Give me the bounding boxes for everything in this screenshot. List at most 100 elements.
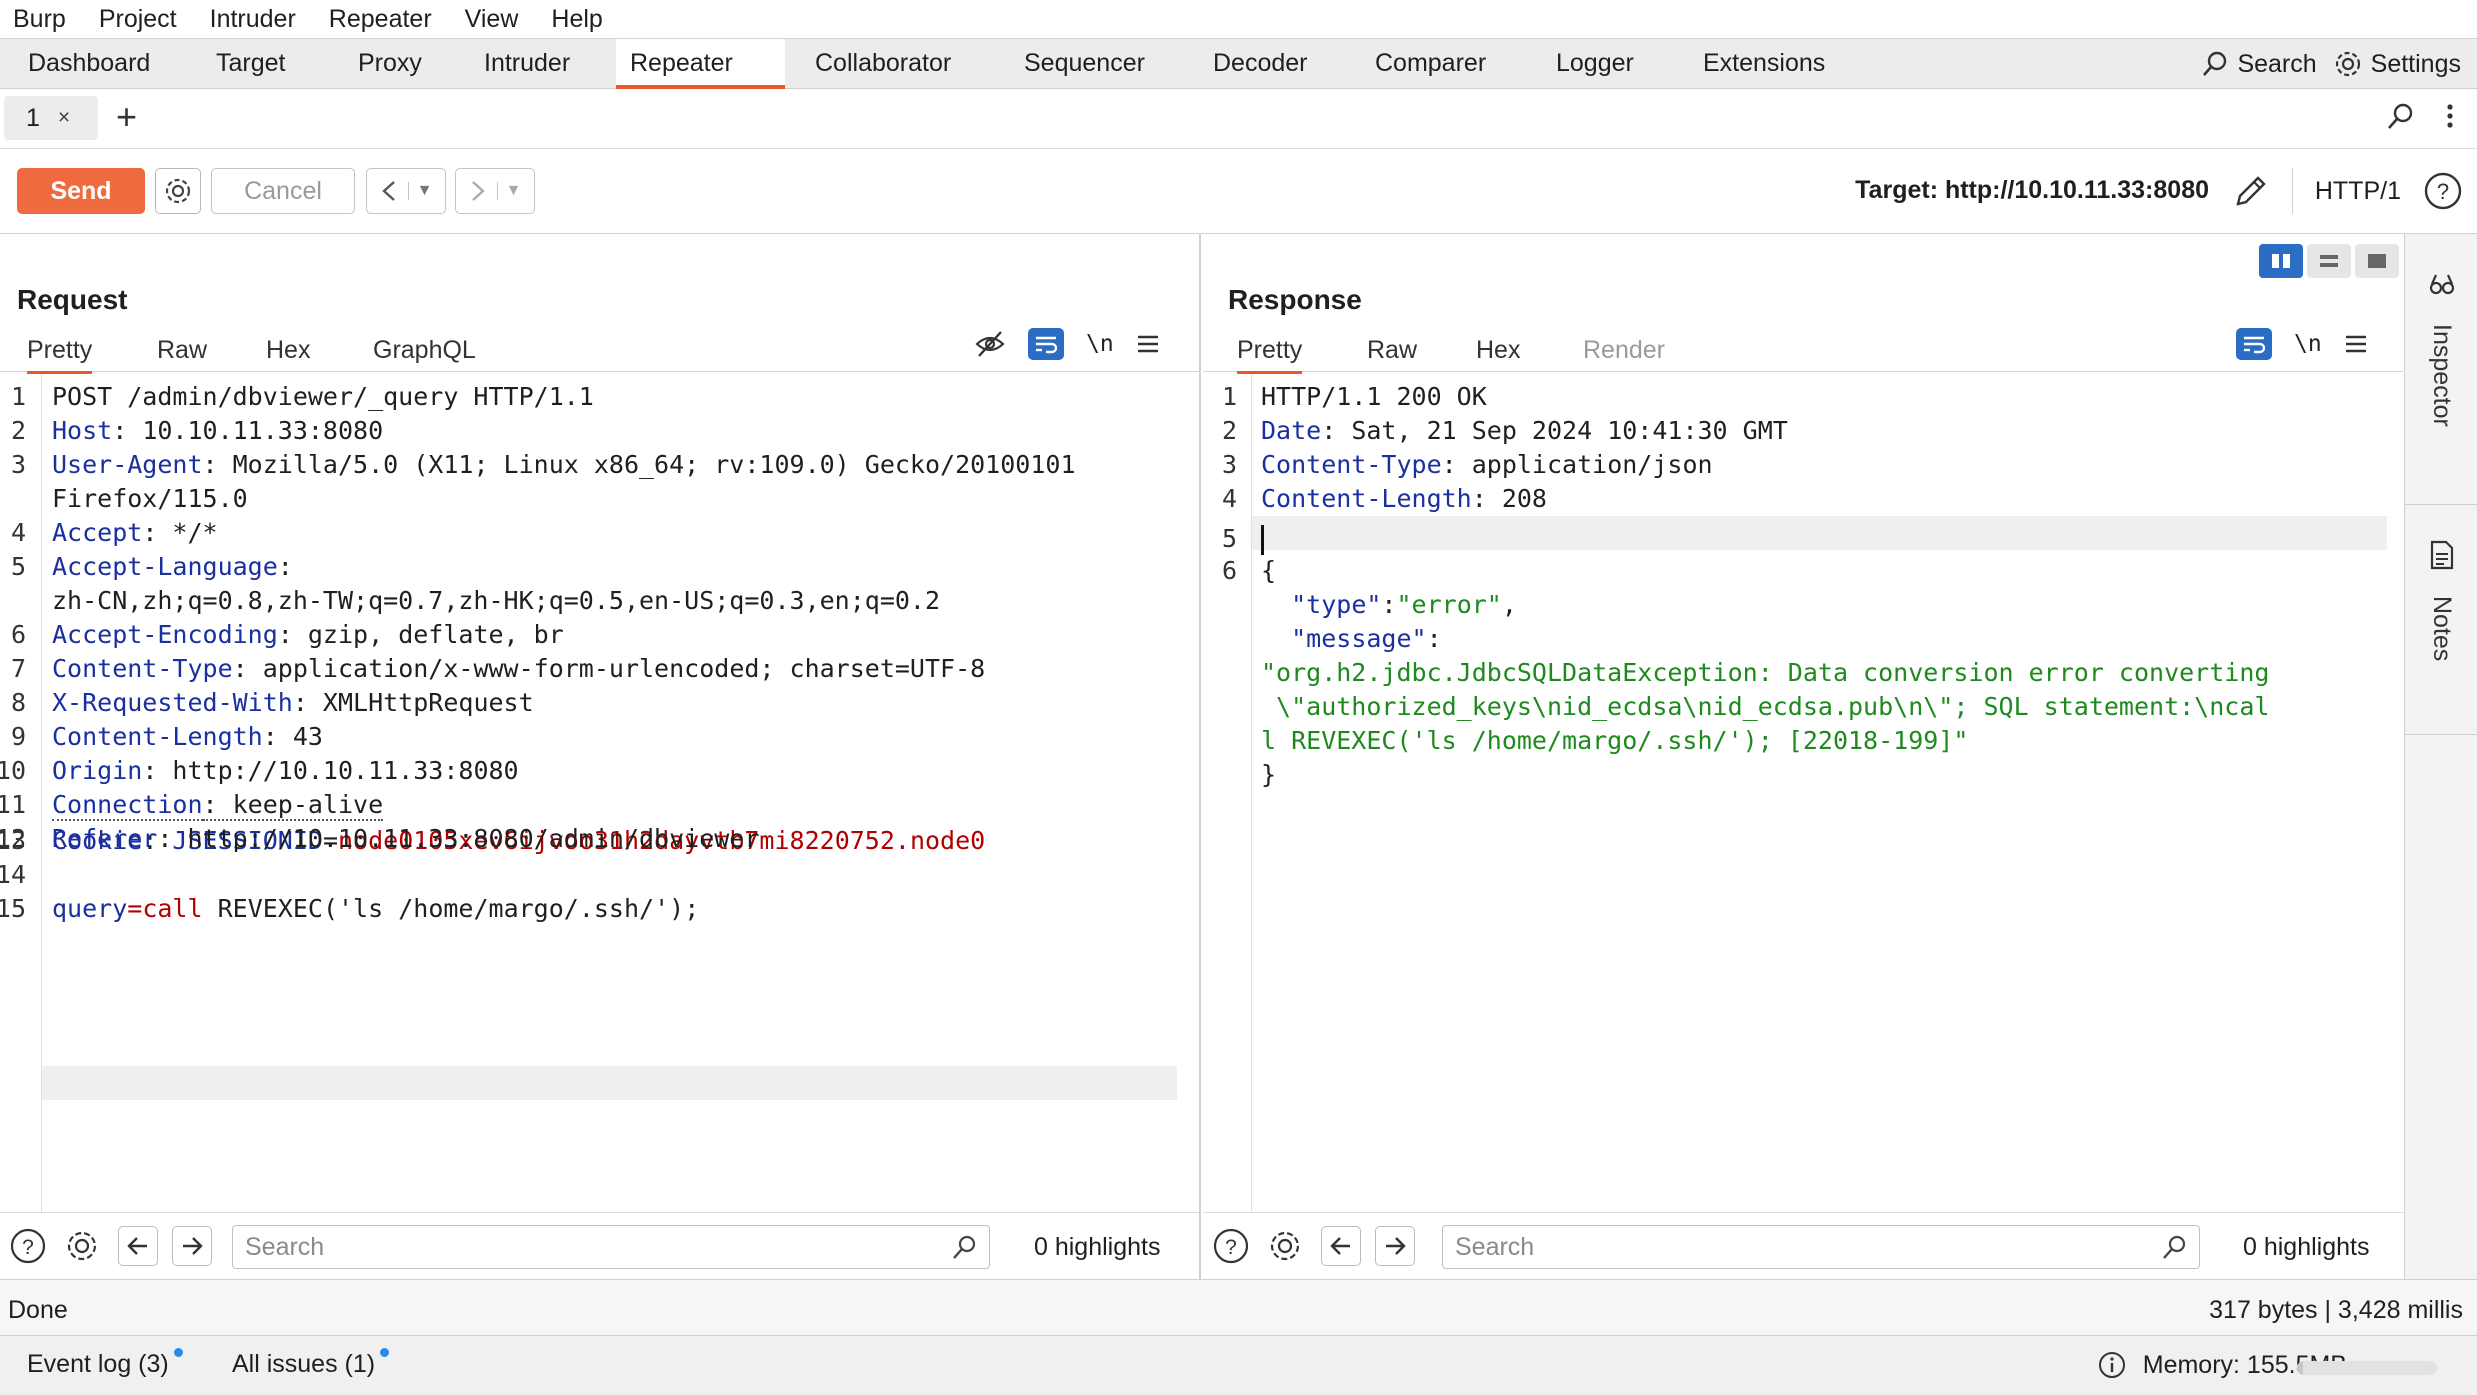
search-icon <box>953 1235 976 1259</box>
code-line: 4 Accept: */* <box>11 516 218 550</box>
tab-decoder[interactable]: Decoder <box>1199 39 1322 89</box>
request-tab-hex[interactable]: Hex <box>266 336 310 365</box>
wrap-lines-icon[interactable] <box>2236 328 2272 360</box>
chevron-down-icon[interactable]: ▼ <box>496 182 521 200</box>
show-newlines-toggle[interactable]: \n <box>2294 331 2322 357</box>
eye-hidden-icon[interactable] <box>974 329 1006 359</box>
request-editor[interactable]: 13 Cookie: JSESSIONID=node0105xev6ijvoo31… <box>0 374 1199 1212</box>
line-number: 10 <box>0 756 26 785</box>
header-key: Origin <box>52 756 143 785</box>
next-match-button[interactable] <box>172 1226 212 1266</box>
line-number: 3 <box>1221 450 1237 479</box>
more-vertical-icon[interactable] <box>2445 101 2455 131</box>
tab-sequencer[interactable]: Sequencer <box>1010 39 1159 89</box>
menu-repeater[interactable]: Repeater <box>329 5 432 34</box>
search-icon <box>2203 51 2227 76</box>
response-footer: ? Search 0 highlights <box>1203 1212 2403 1279</box>
layout-tabs-button[interactable] <box>2355 244 2399 278</box>
history-forward-button[interactable]: ▼ <box>455 168 535 214</box>
main-tabs: Dashboard Target Proxy Intruder Repeater… <box>0 38 2477 89</box>
search-settings-button[interactable] <box>1263 1224 1307 1268</box>
request-tab-raw[interactable]: Raw <box>157 336 207 365</box>
rows-icon <box>2320 255 2338 267</box>
global-search-button[interactable]: Search <box>2201 50 2317 79</box>
edit-pencil-icon[interactable] <box>2232 172 2270 210</box>
all-issues-button[interactable]: All issues (1) <box>232 1348 390 1379</box>
target-label: Target: http://10.10.11.33:8080 <box>1855 176 2209 204</box>
settings-button[interactable]: Settings <box>2333 49 2461 79</box>
request-tab-graphql[interactable]: GraphQL <box>373 336 476 365</box>
menu-help[interactable]: Help <box>551 5 602 34</box>
response-tab-render[interactable]: Render <box>1583 336 1665 365</box>
tab-dashboard[interactable]: Dashboard <box>14 39 164 89</box>
bottom-bar: Event log (3) All issues (1) Memory: 155… <box>0 1336 2477 1395</box>
hamburger-menu-icon[interactable] <box>1136 333 1160 355</box>
header-value: : 43 <box>262 722 323 751</box>
next-match-button[interactable] <box>1375 1226 1415 1266</box>
help-button[interactable]: ? <box>1209 1224 1253 1268</box>
history-back-button[interactable]: ▼ <box>366 168 446 214</box>
header-key: Content-Type <box>52 654 233 683</box>
previous-match-button[interactable] <box>1321 1226 1361 1266</box>
add-tab-button[interactable]: + <box>116 95 137 139</box>
json-key: "message" <box>1291 624 1427 653</box>
hamburger-menu-icon[interactable] <box>2344 333 2368 355</box>
gear-icon <box>67 1231 97 1261</box>
response-tab-pretty[interactable]: Pretty <box>1237 336 1303 374</box>
notes-toggle[interactable]: Notes <box>2405 540 2477 661</box>
header-value: : <box>277 552 293 581</box>
protocol-label[interactable]: HTTP/1 <box>2315 177 2401 206</box>
code-line: 11 Connection: keep-alive <box>0 788 384 822</box>
tab-repeater[interactable]: Repeater <box>616 39 785 89</box>
repeater-tab-1[interactable]: 1 × <box>4 96 98 140</box>
menu-bar: Burp Project Intruder Repeater View Help <box>0 0 2477 38</box>
param-key: query <box>52 894 128 923</box>
header-value: : Sat, 21 Sep 2024 10:41:30 GMT <box>1321 416 1788 445</box>
tab-proxy[interactable]: Proxy <box>344 39 436 89</box>
code-line: 1 POST /admin/dbviewer/_query HTTP/1.1 <box>11 380 594 414</box>
search-icon[interactable] <box>2385 101 2415 131</box>
json-message-line: \"authorized_keys\nid_ecdsa\nid_ecdsa.pu… <box>1261 692 2270 721</box>
response-tab-raw[interactable]: Raw <box>1367 336 1417 365</box>
inspector-toggle[interactable]: Inspector <box>2405 270 2477 427</box>
send-settings-button[interactable] <box>155 168 201 214</box>
send-button[interactable]: Send <box>17 168 145 214</box>
tab-intruder[interactable]: Intruder <box>470 39 584 89</box>
help-icon[interactable]: ? <box>2423 171 2463 211</box>
wrap-lines-icon[interactable] <box>1028 328 1064 360</box>
tab-collaborator[interactable]: Collaborator <box>801 39 965 89</box>
header-value: { <box>1261 556 1277 585</box>
response-search-input[interactable]: Search <box>1442 1225 2200 1269</box>
previous-match-button[interactable] <box>118 1226 158 1266</box>
request-tab-pretty[interactable]: Pretty <box>27 336 93 374</box>
tab-logger[interactable]: Logger <box>1542 39 1648 89</box>
response-tab-hex[interactable]: Hex <box>1476 336 1520 365</box>
help-icon: ? <box>10 1228 46 1264</box>
menu-burp[interactable]: Burp <box>13 5 66 34</box>
chevron-down-icon[interactable]: ▼ <box>407 182 432 200</box>
response-editor[interactable]: "type":"error", "message": "org.h2.jdbc.… <box>1203 374 2403 1212</box>
request-search-input[interactable]: Search <box>232 1225 990 1269</box>
layout-top-bottom-button[interactable] <box>2307 244 2351 278</box>
header-key: Content-Length <box>52 722 263 751</box>
cancel-button[interactable]: Cancel <box>211 168 355 214</box>
tab-target[interactable]: Target <box>202 39 299 89</box>
menu-intruder[interactable]: Intruder <box>210 5 296 34</box>
show-newlines-toggle[interactable]: \n <box>1086 331 1114 357</box>
chevron-left-icon <box>381 181 395 201</box>
tab-extensions[interactable]: Extensions <box>1689 39 1839 89</box>
event-log-button[interactable]: Event log (3) <box>27 1348 183 1379</box>
header-key: X-Requested-With <box>52 688 293 717</box>
tab-comparer[interactable]: Comparer <box>1361 39 1500 89</box>
menu-view[interactable]: View <box>465 5 519 34</box>
close-icon[interactable]: × <box>58 106 70 130</box>
header-value: zh-CN,zh;q=0.8,zh-TW;q=0.7,zh-HK;q=0.5,e… <box>52 586 941 615</box>
layout-side-by-side-button[interactable] <box>2259 244 2303 278</box>
help-button[interactable]: ? <box>6 1224 50 1268</box>
settings-label: Settings <box>2370 49 2461 78</box>
code-line: 1 HTTP/1.1 200 OK <box>1222 380 1487 414</box>
json-type-line: "type":"error", <box>1291 590 1517 619</box>
search-settings-button[interactable] <box>60 1224 104 1268</box>
notification-dot <box>173 1348 183 1357</box>
menu-project[interactable]: Project <box>99 5 177 34</box>
